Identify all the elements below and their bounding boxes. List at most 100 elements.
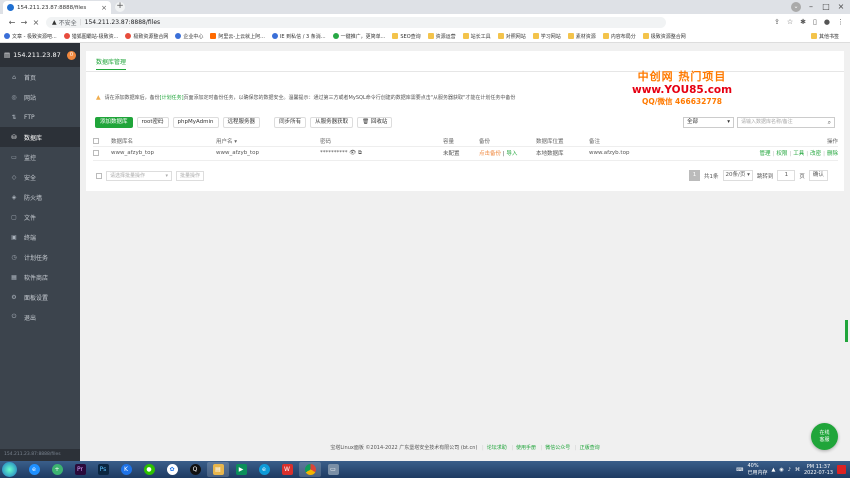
jump-confirm-button[interactable]: 确认 [808, 170, 828, 181]
taskbar-ie[interactable]: e [23, 462, 45, 477]
bookmark-folder[interactable]: 内容布局分 [602, 33, 636, 40]
root-password-button[interactable]: root密码 [136, 117, 169, 128]
keyboard-icon[interactable]: ⌨ [736, 467, 743, 473]
sidebar-item-settings[interactable]: ⚙ 面板设置 [0, 287, 80, 307]
tab-database-management[interactable]: 数据库管理 [96, 56, 127, 70]
other-bookmarks[interactable]: 其他书签 [810, 33, 839, 40]
taskbar-360[interactable]: + [46, 462, 68, 477]
taskbar-chrome[interactable] [299, 462, 321, 477]
sidebar-item-firewall[interactable]: ◈ 防火墙 [0, 187, 80, 207]
get-from-server-button[interactable]: 从服务器获取 [310, 117, 354, 128]
taskbar-explorer[interactable]: ▤ [207, 462, 229, 477]
backup-link[interactable]: 点击备份 [479, 151, 501, 157]
bookmark-folder[interactable]: 对照网站 [497, 33, 526, 40]
col-username[interactable]: 用户名 ▾ [216, 136, 320, 147]
minimize-icon[interactable]: – [806, 2, 816, 12]
jump-page-input[interactable]: 1 [777, 170, 796, 181]
search-input[interactable]: 请输入数据库名称/备注 ⌕ [737, 117, 835, 128]
genuine-check-link[interactable]: 正版查询 [580, 445, 600, 451]
back-icon[interactable]: ← [6, 18, 18, 27]
sidebar-item-home[interactable]: ⌂ 首页 [0, 67, 80, 87]
taskbar-app2[interactable]: ▭ [322, 462, 344, 477]
bookmark-folder[interactable]: SEO查询 [392, 33, 421, 40]
forward-icon[interactable]: → [18, 18, 30, 27]
page-size-select[interactable]: 20条/页 ▾ [722, 170, 753, 181]
sidebar-item-cron[interactable]: ◷ 计划任务 [0, 247, 80, 267]
eye-icon[interactable]: 👁 [349, 150, 356, 156]
sidebar-item-monitor[interactable]: ▭ 监控 [0, 147, 80, 167]
change-password-link[interactable]: 改密 [810, 151, 821, 157]
bookmark-item[interactable]: 文章 - 极致资源吧... [4, 33, 57, 40]
share-icon[interactable]: ⇪ [774, 18, 780, 26]
size-cell[interactable]: 未配置 [443, 146, 479, 161]
stop-icon[interactable]: × [30, 18, 42, 27]
batch-checkbox[interactable] [96, 173, 102, 179]
clock[interactable]: PM 11:37 2022-07-13 [804, 464, 833, 476]
batch-execute-button[interactable]: 批量操作 [176, 171, 205, 181]
sidepanel-icon[interactable]: ▯ [813, 18, 817, 26]
sync-all-button[interactable]: 同步所有 [274, 117, 307, 128]
taskbar-photoshop[interactable]: Ps [92, 462, 114, 477]
bookmark-folder[interactable]: 学习网站 [532, 33, 561, 40]
permission-link[interactable]: 权限 [776, 151, 787, 157]
bookmark-item[interactable]: 极致资源整合网 [125, 33, 168, 40]
url-bar[interactable]: ▲ 不安全 | 154.211.23.87:8888/files [46, 16, 666, 28]
bookmark-folder[interactable]: 站长工具 [462, 33, 491, 40]
cron-link[interactable]: [计划任务] [160, 94, 184, 101]
add-database-button[interactable]: 添加数据库 [95, 117, 133, 128]
sidebar-item-logout[interactable]: ⏻ 退出 [0, 307, 80, 327]
import-link[interactable]: 导入 [506, 151, 517, 157]
sidebar-item-security[interactable]: ◇ 安全 [0, 167, 80, 187]
bookmark-folder[interactable]: 资源运营 [427, 33, 456, 40]
scroll-indicator[interactable] [845, 320, 848, 342]
browser-tab[interactable]: 154.211.23.87:8888/files × [3, 1, 111, 14]
select-all-checkbox[interactable] [93, 137, 99, 144]
tools-link[interactable]: 工具 [793, 151, 804, 157]
sidebar-item-website[interactable]: ◎ 网站 [0, 87, 80, 107]
close-tab-icon[interactable]: × [101, 4, 107, 12]
recycle-bin-button[interactable]: 🗑 回收站 [357, 117, 393, 128]
taskbar-edge[interactable]: e [253, 462, 275, 477]
star-icon[interactable]: ☆ [787, 18, 793, 26]
search-icon[interactable]: ⌕ [828, 118, 831, 127]
copy-icon[interactable]: ⧉ [358, 150, 362, 156]
remark-cell[interactable]: www.afzyb.top [589, 146, 699, 161]
taskbar-player[interactable]: ▶ [230, 462, 252, 477]
wechat-link[interactable]: 微信公众号 [545, 445, 570, 451]
sidebar-item-terminal[interactable]: ▣ 终端 [0, 227, 80, 247]
network-icon[interactable]: ◉ [779, 467, 783, 473]
close-window-icon[interactable]: × [836, 2, 846, 12]
phpmyadmin-button[interactable]: phpMyAdmin [172, 117, 219, 128]
remote-server-button[interactable]: 远程服务器 [222, 117, 261, 128]
taskbar-app[interactable]: ✿ [161, 462, 183, 477]
taskbar-premiere[interactable]: Pr [69, 462, 91, 477]
maximize-icon[interactable]: □ [821, 2, 831, 12]
memory-indicator[interactable]: 40% 已用内存 [747, 463, 767, 476]
manage-link[interactable]: 管理 [759, 151, 770, 157]
sidebar-item-store[interactable]: ▦ 软件商店 [0, 267, 80, 287]
taskbar-qq[interactable]: Q [184, 462, 206, 477]
bookmark-item[interactable]: 阿里云-上云就上阿... [210, 33, 265, 40]
profile-chevron-icon[interactable]: ⌄ [791, 2, 801, 12]
bookmark-item[interactable]: 企业中心 [175, 33, 203, 40]
input-method-icon[interactable]: ⌘ [795, 467, 800, 473]
menu-dots-icon[interactable]: ⋮ [837, 18, 844, 26]
extensions-icon[interactable]: ✱ [800, 18, 806, 26]
start-button[interactable] [2, 462, 17, 477]
taskbar-kugou[interactable]: K [115, 462, 137, 477]
forum-link[interactable]: 论坛求助 [487, 445, 507, 451]
batch-select[interactable]: 请选择批量操作 ▾ [106, 171, 172, 181]
manual-link[interactable]: 使用手册 [516, 445, 536, 451]
bookmark-folder[interactable]: 素材资源 [567, 33, 596, 40]
bookmark-item[interactable]: IE 到私信 / 3 条消... [271, 33, 326, 40]
new-tab-button[interactable]: + [115, 2, 125, 12]
sidebar-item-ftp[interactable]: ⇅ FTP [0, 107, 80, 127]
taskbar-wps[interactable]: W [276, 462, 298, 477]
notification-icon[interactable] [837, 465, 846, 474]
row-checkbox[interactable] [93, 149, 99, 156]
profile-icon[interactable]: ● [824, 18, 830, 26]
bookmark-item[interactable]: 猎狐图霸站-极致资... [63, 33, 118, 40]
delete-link[interactable]: 删除 [827, 151, 838, 157]
sidebar-item-database[interactable]: ⛁ 数据库 [0, 127, 80, 147]
notification-badge[interactable]: 0 [67, 50, 76, 60]
